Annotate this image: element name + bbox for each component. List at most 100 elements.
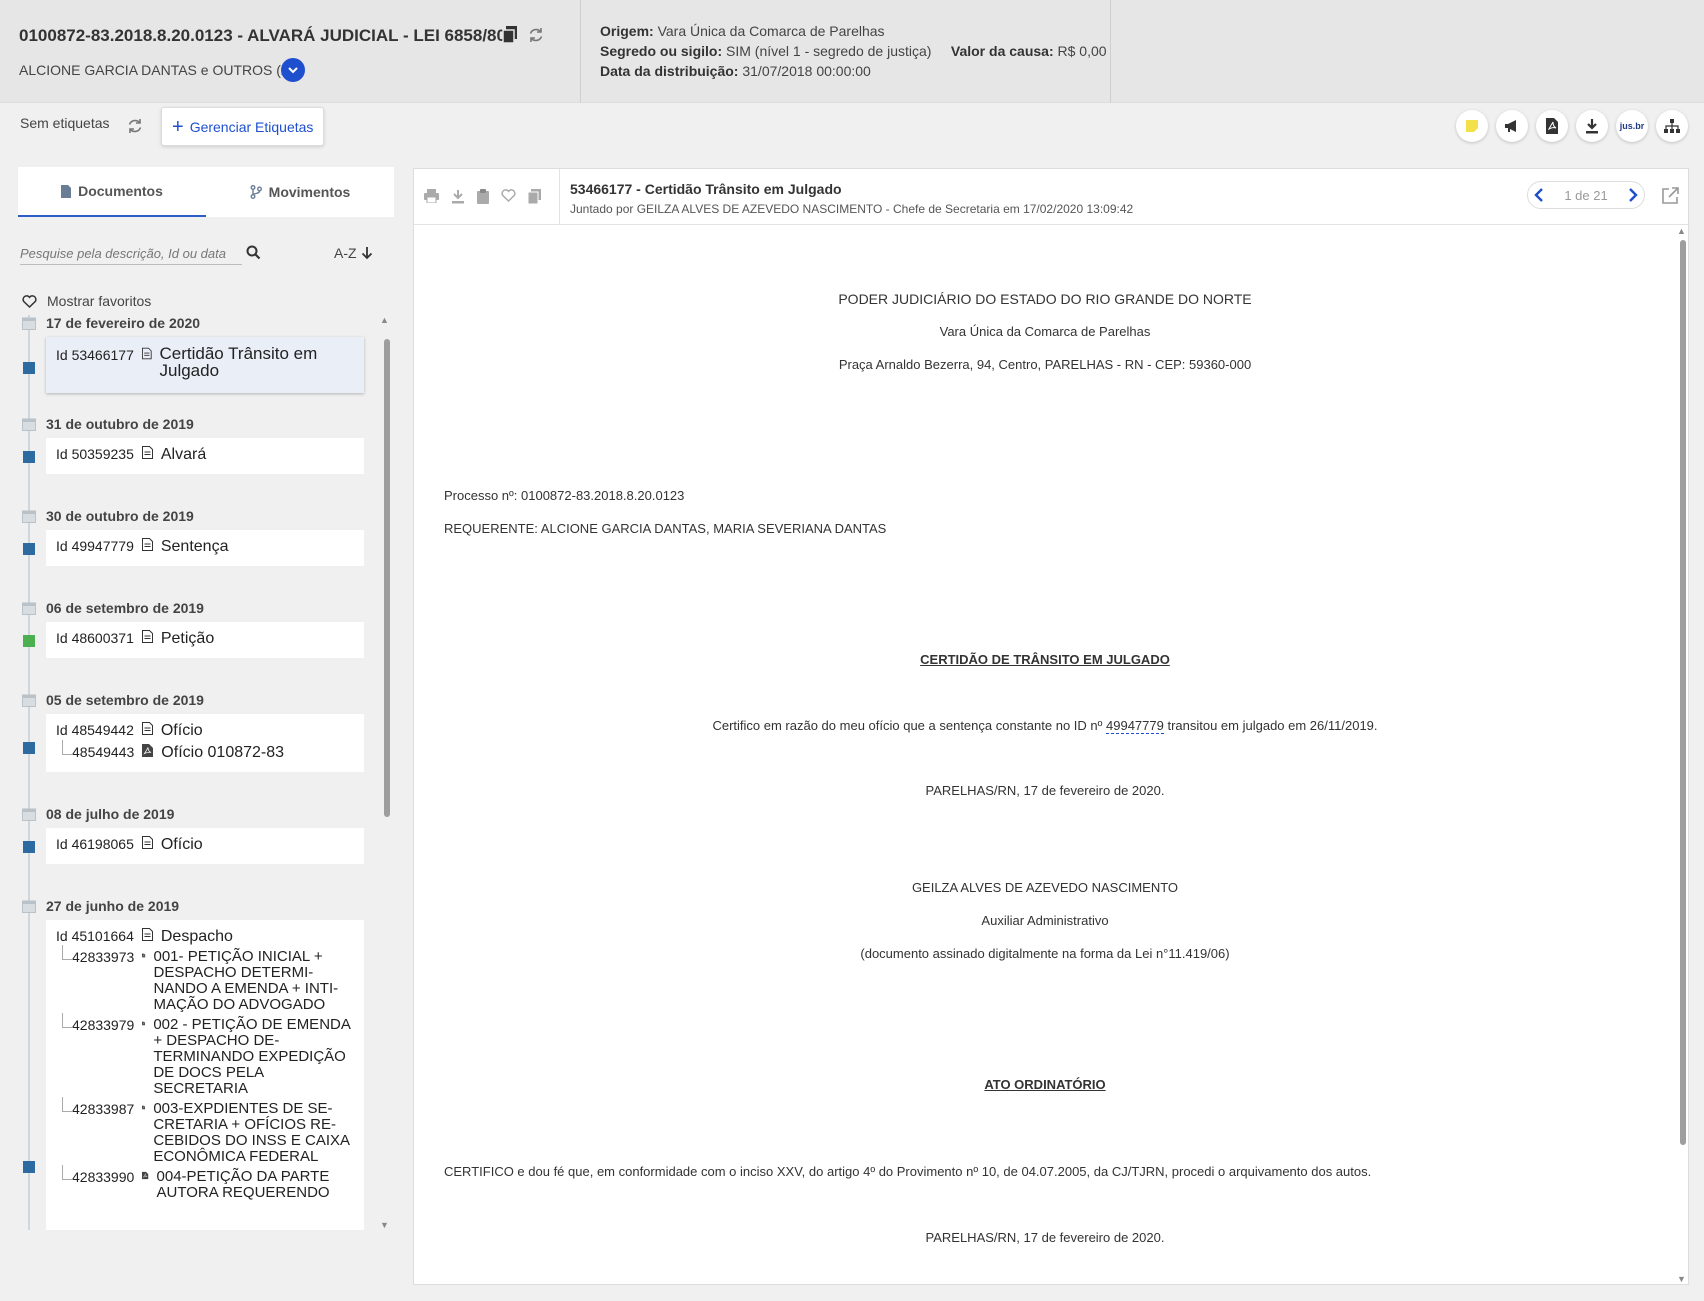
attachment-item[interactable]: 42833990 004-PETIÇÃO DA PARTE AUTORA REQ… bbox=[56, 1165, 354, 1201]
copy-icon[interactable] bbox=[528, 189, 541, 204]
sentence-id-link[interactable]: 49947779 bbox=[1106, 718, 1164, 734]
external-link-icon[interactable] bbox=[1662, 187, 1679, 209]
document-actions-toolbar: jus.br bbox=[1456, 110, 1688, 142]
download-icon[interactable] bbox=[451, 189, 465, 204]
document-name: Sentença bbox=[160, 538, 229, 555]
valor-value: R$ 0,00 bbox=[1057, 43, 1107, 59]
megaphone-icon bbox=[1505, 120, 1516, 132]
doc-signer: GEILZA ALVES DE AZEVEDO NASCIMENTO bbox=[911, 880, 1179, 895]
document-icon bbox=[141, 836, 153, 849]
manage-tags-button[interactable]: + Gerenciar Etiquetas bbox=[161, 107, 325, 146]
pager-label: 1 de 21 bbox=[1564, 187, 1608, 203]
document-item[interactable]: Id 48549442 Ofício 48549443 Ofício 01087… bbox=[46, 714, 364, 772]
document-icon bbox=[141, 347, 152, 360]
jusbr-button[interactable]: jus.br bbox=[1616, 110, 1648, 142]
document-item[interactable]: Id 48600371 Petição bbox=[46, 622, 364, 658]
sort-label: A-Z bbox=[334, 245, 357, 261]
download-icon bbox=[1586, 119, 1598, 134]
copy-icon[interactable] bbox=[502, 26, 518, 49]
segredo-label: Segredo ou sigilo: bbox=[600, 43, 723, 59]
attachment-item[interactable]: 42833987 003-EXPDIENTES DE SE-CRETARIA +… bbox=[56, 1097, 354, 1165]
sitemap-icon bbox=[1664, 119, 1680, 133]
doc-requerente: REQUERENTE: ALCIONE GARCIA DANTAS, MARIA… bbox=[444, 521, 887, 536]
tab-documentos-label: Documentos bbox=[78, 183, 163, 199]
scroll-up-arrow-icon[interactable]: ▲ bbox=[380, 315, 389, 325]
data-distribuicao-label: Data da distribuição: bbox=[600, 63, 739, 79]
document-id: Id 50359235 bbox=[56, 446, 134, 462]
calendar-icon bbox=[22, 808, 36, 821]
timeline-date: 05 de setembro de 2019 bbox=[46, 692, 204, 708]
document-id: Id 53466177 bbox=[56, 347, 134, 363]
timeline-scrollbar[interactable]: ▲ ▼ bbox=[380, 315, 394, 1230]
valor-label: Valor da causa: bbox=[950, 43, 1054, 59]
origem-value: Vara Única da Comarca de Parelhas bbox=[657, 23, 885, 39]
attachment-id: 42833987 bbox=[72, 1101, 135, 1117]
scroll-down-arrow-icon[interactable]: ▼ bbox=[1677, 1274, 1686, 1284]
clipboard-icon[interactable] bbox=[477, 189, 489, 204]
sort-button[interactable]: A-Z bbox=[334, 245, 373, 261]
scrollbar-thumb[interactable] bbox=[1680, 240, 1686, 1145]
document-item[interactable]: Id 49947779 Sentença bbox=[46, 530, 364, 566]
refresh-icon[interactable] bbox=[528, 27, 544, 48]
document-icon bbox=[141, 446, 153, 459]
document-id: Id 48549442 bbox=[56, 722, 134, 738]
timeline-marker bbox=[23, 543, 35, 555]
doc-heading: CERTIDÃO DE TRÂNSITO EM JULGADO bbox=[920, 652, 1170, 667]
document-icon bbox=[141, 630, 153, 643]
document-name: Certidão Trânsito em Julgado bbox=[159, 344, 318, 380]
document-item[interactable]: Id 45101664 Despacho 42833973 001- PETIÇ… bbox=[46, 920, 364, 1230]
attachment-name: 004-PETIÇÃO DA PARTE AUTORA REQUERENDO bbox=[156, 1168, 330, 1201]
doc-header-line: PODER JUDICIÁRIO DO ESTADO DO RIO GRANDE… bbox=[838, 291, 1252, 307]
attachment-item[interactable]: 48549443 Ofício 010872-83 bbox=[56, 740, 354, 761]
doc-certification-text: Certifico em razão do meu ofício que a s… bbox=[712, 718, 1378, 734]
document-item[interactable]: Id 46198065 Ofício bbox=[46, 828, 364, 864]
manage-tags-label: Gerenciar Etiquetas bbox=[189, 118, 314, 135]
document-viewer: 53466177 - Certidão Trânsito em Julgado … bbox=[413, 168, 1690, 1285]
attachment-item[interactable]: 42833979 002 - PETIÇÃO DE EMENDA + DESPA… bbox=[56, 1013, 354, 1097]
attachment-id: 48549443 bbox=[72, 744, 135, 760]
document-item-selected[interactable]: Id 53466177 Certidão Trânsito em Julgado bbox=[46, 337, 364, 393]
pdf-button[interactable] bbox=[1536, 110, 1568, 142]
heart-icon[interactable] bbox=[501, 189, 516, 202]
document-name: Alvará bbox=[160, 446, 207, 463]
show-favorites-toggle[interactable]: Mostrar favoritos bbox=[22, 293, 151, 309]
document-item[interactable]: Id 50359235 Alvará bbox=[46, 438, 364, 474]
timeline-date: 06 de setembro de 2019 bbox=[46, 600, 204, 616]
announce-button[interactable] bbox=[1496, 110, 1528, 142]
expand-parties-button[interactable] bbox=[281, 58, 305, 82]
attachment-name: 001- PETIÇÃO INICIAL + DESPACHO DETERMI-… bbox=[153, 948, 339, 1013]
pdf-icon bbox=[142, 1021, 146, 1026]
chevron-left-icon[interactable] bbox=[1534, 188, 1544, 202]
note-button[interactable] bbox=[1456, 110, 1488, 142]
doc-header-line: Praça Arnaldo Bezerra, 94, Centro, PAREL… bbox=[838, 357, 1252, 372]
document-icon bbox=[141, 928, 153, 941]
doc-certifico: CERTIFICO e dou fé que, em conformidade … bbox=[444, 1164, 1372, 1179]
doc-heading: ATO ORDINATÓRIO bbox=[984, 1077, 1106, 1092]
document-icon bbox=[141, 722, 153, 735]
plus-icon: + bbox=[172, 115, 184, 138]
download-button[interactable] bbox=[1576, 110, 1608, 142]
chevron-right-icon[interactable] bbox=[1628, 188, 1638, 202]
branch-icon bbox=[250, 185, 262, 199]
scrollbar-thumb[interactable] bbox=[384, 339, 390, 817]
document-scrollbar[interactable]: ▲ ▼ bbox=[1676, 226, 1690, 1284]
attachment-item[interactable]: 42833973 001- PETIÇÃO INICIAL + DESPACHO… bbox=[56, 945, 354, 1013]
tab-documentos[interactable]: Documentos bbox=[18, 167, 206, 217]
document-name: Ofício bbox=[160, 836, 203, 853]
scroll-up-arrow-icon[interactable]: ▲ bbox=[1677, 226, 1686, 236]
show-favorites-label: Mostrar favoritos bbox=[47, 293, 152, 309]
sitemap-button[interactable] bbox=[1656, 110, 1688, 142]
refresh-tags-icon[interactable] bbox=[127, 118, 143, 139]
process-details: Origem: Vara Única da Comarca de Parelha… bbox=[600, 21, 1107, 81]
tab-movimentos[interactable]: Movimentos bbox=[206, 167, 394, 217]
process-summary: 0100872-83.2018.8.20.0123 - ALVARÁ JUDIC… bbox=[0, 0, 580, 103]
timeline-date: 17 de fevereiro de 2020 bbox=[46, 315, 201, 331]
doc-header-line: Vara Única da Comarca de Parelhas bbox=[939, 324, 1151, 339]
scroll-down-arrow-icon[interactable]: ▼ bbox=[380, 1220, 389, 1230]
attachment-id: 42833990 bbox=[72, 1169, 135, 1185]
calendar-icon bbox=[22, 602, 36, 615]
attachment-id: 42833973 bbox=[72, 949, 135, 965]
search-input[interactable] bbox=[20, 243, 242, 265]
print-icon[interactable] bbox=[424, 189, 439, 203]
search-icon[interactable] bbox=[246, 245, 261, 265]
